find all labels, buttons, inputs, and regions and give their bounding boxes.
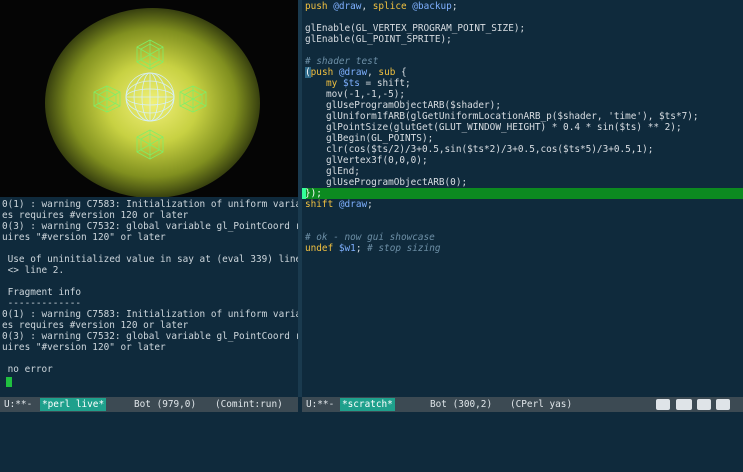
tray-button-icon[interactable] (656, 399, 670, 410)
output-line: es requires #version 120 or later (2, 210, 189, 221)
modeline-status: U:**- (306, 399, 335, 410)
input-cursor (6, 377, 12, 387)
code-line: my $ts = shift; (326, 78, 411, 89)
tray-button-icon[interactable] (697, 399, 711, 410)
output-line: 0(1) : warning C7583: Initialization of … (2, 199, 319, 210)
code-line: glBegin(GL_POINTS); (326, 133, 434, 144)
code-line: glUseProgramObjectARB(0); (326, 177, 468, 188)
code-line: undef $w1; # stop sizing (305, 243, 441, 254)
modeline-position: Bot (300,2) (430, 399, 493, 410)
wireframe-spheres (93, 39, 207, 160)
code-line: push @draw, splice @backup; (305, 1, 458, 12)
code-line: glUseProgramObjectARB($shader); (326, 100, 501, 111)
scratch-code-editor[interactable]: push @draw, splice @backup; glEnable(GL_… (302, 0, 743, 397)
output-line: es requires #version 120 or later (2, 320, 189, 331)
code-line: mov(-1,-1,-5); (326, 89, 406, 100)
output-line: no error (2, 364, 53, 375)
modeline-position: Bot (979,0) (134, 399, 197, 410)
output-line: 0(3) : warning C7532: global variable gl… (2, 331, 313, 342)
code-line: (push @draw, sub { (305, 67, 407, 78)
output-line: 0(1) : warning C7583: Initialization of … (2, 309, 319, 320)
modeline-status: U:**- (4, 399, 33, 410)
modeline-left: U:**- *perl live* Bot (979,0) (Comint:ru… (0, 397, 298, 412)
output-line: uires "#version 120" or later (2, 342, 166, 353)
opengl-render-canvas[interactable] (0, 0, 298, 197)
modeline-mode[interactable]: (Comint:run) (215, 397, 283, 412)
bottom-wire-sphere (136, 129, 164, 160)
code-line: glPointSize(glutGet(GLUT_WINDOW_HEIGHT) … (326, 122, 682, 133)
code-line-current: }); (305, 188, 322, 199)
code-line: glVertex3f(0,0,0); (326, 155, 428, 166)
output-line: ------------- (2, 298, 82, 309)
modeline-mode[interactable]: (CPerl yas) (510, 397, 572, 412)
current-line-highlight (302, 188, 743, 199)
code-line: glEnable(GL_VERTEX_PROGRAM_POINT_SIZE); (305, 23, 526, 34)
tray-button-icon[interactable] (716, 399, 730, 410)
right-wire-sphere (179, 85, 207, 113)
code-line: glUniform1fARB(glGetUniformLocationARB_p… (326, 111, 699, 122)
code-line: glEnd; (326, 166, 360, 177)
left-wire-sphere (93, 85, 121, 113)
perl-live-output-pane[interactable]: 0(1) : warning C7583: Initialization of … (0, 197, 324, 397)
buffer-name-badge[interactable]: *perl live* (40, 398, 107, 411)
top-wire-sphere (136, 39, 164, 70)
code-line: clr(cos($ts/2)/3+0.5,sin($ts*2)/3+0.5,co… (326, 144, 654, 155)
code-comment: # ok - now gui showcase (305, 232, 435, 243)
code-line: glEnable(GL_POINT_SPRITE); (305, 34, 452, 45)
tray-button-icon[interactable] (676, 399, 692, 410)
center-wire-sphere (125, 72, 175, 122)
output-line: 0(3) : warning C7532: global variable gl… (2, 221, 313, 232)
buffer-name-badge[interactable]: *scratch* (340, 398, 395, 411)
code-comment: # shader test (305, 56, 379, 67)
output-line: Use of uninitialized value in say at (ev… (2, 254, 324, 265)
output-line: Fragment info (2, 287, 82, 298)
code-line: shift @draw; (305, 199, 373, 210)
output-line: uires "#version 120" or later (2, 232, 166, 243)
output-line: <> line 2. (2, 265, 65, 276)
